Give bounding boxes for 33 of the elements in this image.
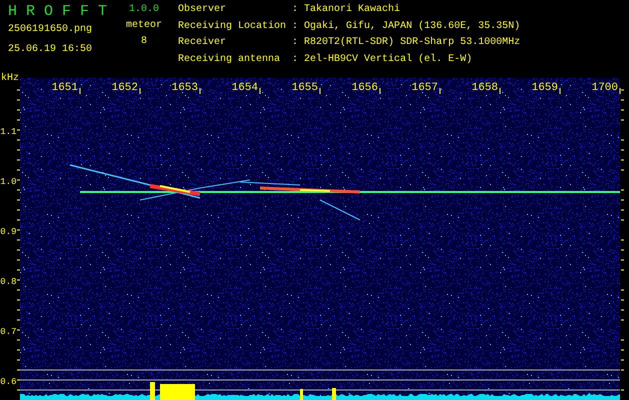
info-value: Takanori Kawachi: [304, 4, 402, 17]
app-title: H R O F F T: [8, 4, 108, 20]
info-value: 2el-HB9CV Vertical (el. E-W): [304, 54, 474, 66]
date-time: 25.06.19 16:50: [8, 44, 94, 56]
axis-label: 1655: [292, 82, 318, 94]
axis-label: 0.6: [0, 377, 16, 387]
info-label: Receiving Location: [178, 20, 286, 34]
axis-label: 0.9: [0, 227, 16, 237]
axis-label: 1700: [592, 82, 618, 94]
axis-label: 1657: [412, 82, 438, 94]
axis-label: 1651: [52, 82, 78, 94]
separator: :: [292, 4, 298, 17]
info-label: Observer: [178, 4, 228, 17]
version-label: 1.0.0: [128, 4, 159, 16]
axis-label: 1653: [172, 82, 198, 94]
axis-unit: kHz: [1, 74, 20, 84]
info-value: Ogaki, Gifu, JAPAN (136.60E, 35.35N): [304, 20, 520, 34]
axis-label: 0.8: [0, 277, 16, 287]
info-value: R820T2(RTL-SDR) SDR-Sharp 53.1000MHz: [304, 37, 520, 50]
axis-label: 1652: [112, 82, 138, 94]
info-label: Receiving antenna: [178, 54, 282, 66]
file-name: 2506191650.png: [8, 24, 94, 36]
separator: :: [292, 54, 298, 66]
axis-label: 1659: [532, 82, 558, 94]
axis-label: 0.7: [0, 327, 16, 337]
axis-label: 1.1: [0, 127, 16, 137]
axis-label: 1.0: [0, 177, 16, 187]
info-label: Receiver: [178, 37, 228, 50]
detection-count: 8: [140, 36, 147, 48]
detection-label: meteor: [126, 20, 162, 32]
separator: :: [292, 37, 298, 50]
axis-label: 1656: [352, 82, 378, 94]
separator: :: [292, 20, 298, 34]
